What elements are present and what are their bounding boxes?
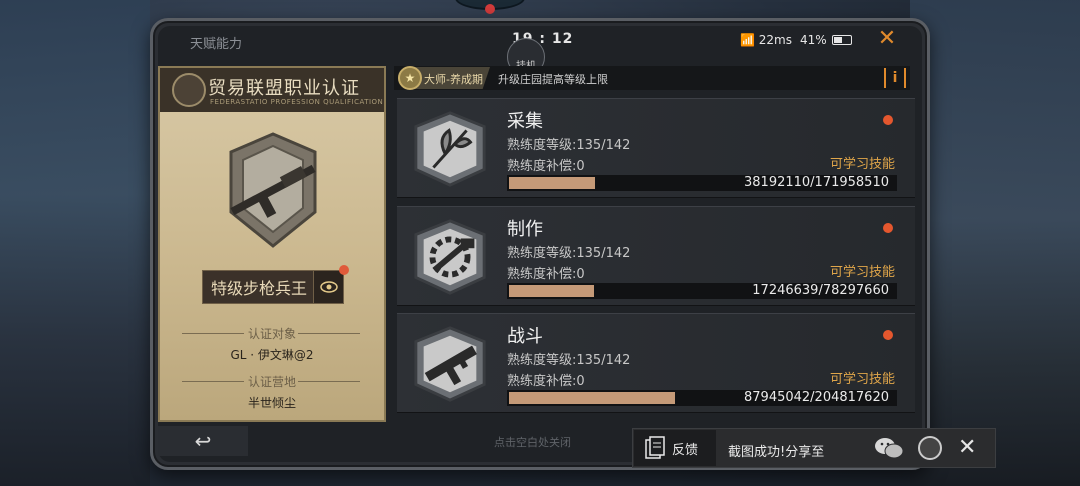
master-rank-text: 大师-养成期 [424,73,483,86]
skill-level: 熟练度等级:135/142 [507,353,631,368]
skill-row[interactable]: 战斗 熟练度等级:135/142 熟练度补偿:0 可学习技能 87945042/… [397,313,915,413]
scene-marker [485,4,495,14]
skill-name: 战斗 [507,326,543,347]
certification-subtitle: FEDERASTATIO PROFESSION QUALIFICATION [210,98,384,106]
feedback-label: 反馈 [672,442,699,458]
wifi-icon: 📶 [740,33,755,47]
info-button[interactable]: i [884,68,906,88]
exp-value: 87945042/204817620 [744,390,889,405]
rifle-badge-icon [229,132,317,248]
feedback-button[interactable]: 反馈 [634,430,716,466]
exp-progress-fill [509,285,594,297]
skill-compensation: 熟练度补偿:0 [507,267,585,282]
mask-emblem-icon [172,73,206,107]
certification-header: 贸易联盟职业认证 FEDERASTATIO PROFESSION QUALIFI… [160,68,384,112]
rank-title-text: 特级步枪兵王 [211,279,308,298]
close-share-icon[interactable]: ✕ [958,434,976,462]
notification-dot [339,265,349,275]
exp-progress-bar: 87945042/204817620 [507,390,897,406]
skill-row[interactable]: 采集 熟练度等级:135/142 熟练度补偿:0 可学习技能 38192110/… [397,98,915,198]
wechat-icon[interactable] [874,436,904,460]
share-text: 截图成功!分享至 [728,445,825,460]
exp-progress-bar: 38192110/171958510 [507,175,897,191]
skill-level: 熟练度等级:135/142 [507,138,631,153]
scene-background-right [910,0,1080,486]
exp-value: 17246639/78297660 [752,283,889,298]
camp-value: 半世倾尘 [247,396,296,410]
battery-icon [832,35,852,45]
tap-blank-close-hint: 点击空白处关闭 [494,436,571,449]
gun-icon [414,326,486,402]
scene-background-left [0,0,150,486]
wifi-status: 📶 22ms [740,33,792,47]
gear-hammer-icon [414,219,486,295]
skill-row[interactable]: 制作 熟练度等级:135/142 熟练度补偿:0 可学习技能 17246639/… [397,206,915,306]
exp-value: 38192110/171958510 [744,175,889,190]
notification-dot [883,330,893,340]
tab-talent-ability[interactable]: 天赋能力 [190,33,242,52]
certification-card: 贸易联盟职业认证 FEDERASTATIO PROFESSION QUALIFI… [158,66,386,422]
target-value: GL · 伊文琳@2 [230,348,314,362]
rank-title-button[interactable]: 特级步枪兵王 [202,265,349,304]
star-icon: ★ [398,66,422,90]
skill-compensation: 熟练度补偿:0 [507,159,585,174]
camp-label: 认证营地 [247,375,296,389]
upgrade-hint: 升级庄园提高等级上限 [498,73,608,86]
skill-name: 制作 [507,219,543,240]
leaf-icon [414,111,486,187]
skill-name: 采集 [507,111,543,132]
skill-level: 熟练度等级:135/142 [507,246,631,261]
latency-text: 22ms [758,33,792,47]
exp-progress-bar: 17246639/78297660 [507,283,897,299]
notification-dot [883,115,893,125]
skill-compensation: 熟练度补偿:0 [507,374,585,389]
learnable-skill-link[interactable]: 可学习技能 [830,153,895,172]
exp-progress-fill [509,177,595,189]
notification-dot [883,223,893,233]
learnable-skill-link[interactable]: 可学习技能 [830,261,895,280]
learnable-skill-link[interactable]: 可学习技能 [830,368,895,387]
certification-title: 贸易联盟职业认证 [208,78,360,99]
moments-icon[interactable] [918,436,942,460]
exp-progress-fill [509,392,675,404]
battery-text: 41% [800,33,827,47]
feedback-icon [645,436,665,459]
back-button[interactable]: ↩ [158,426,248,456]
eye-icon[interactable] [313,271,343,303]
target-label: 认证对象 [247,327,296,341]
close-icon[interactable]: ✕ [876,28,898,50]
